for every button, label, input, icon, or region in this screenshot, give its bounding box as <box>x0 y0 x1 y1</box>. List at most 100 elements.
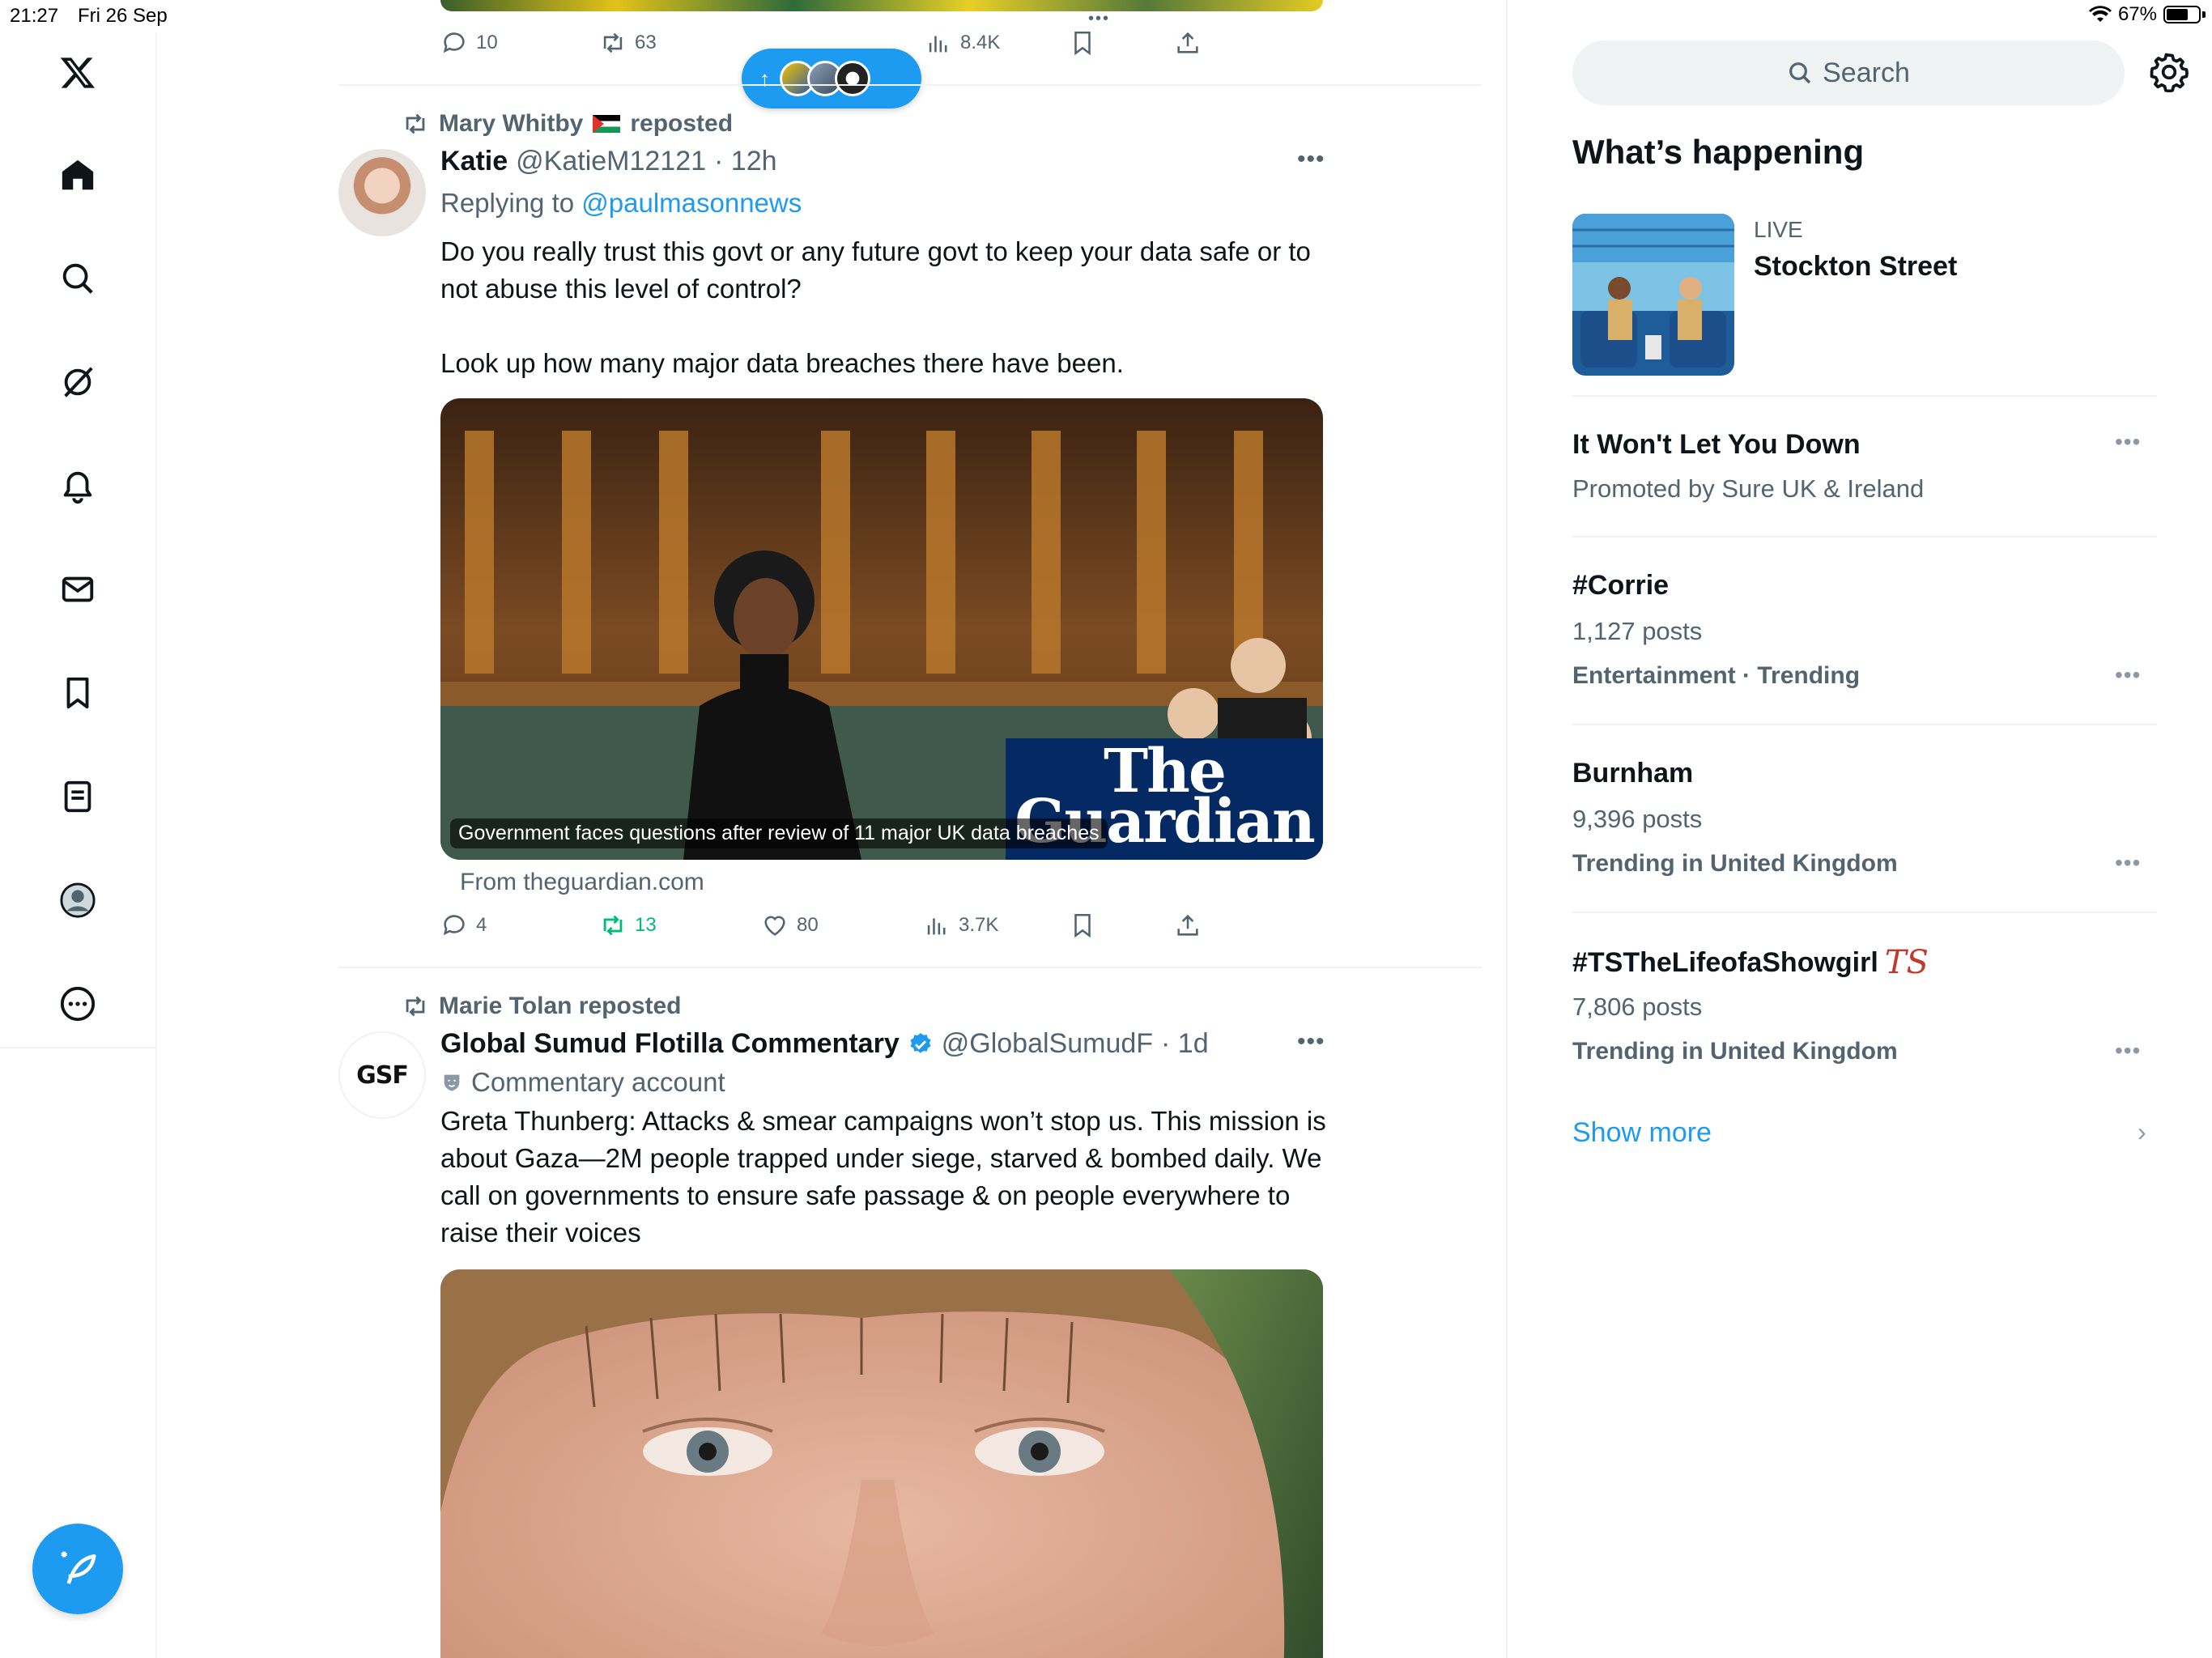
tweet-header: Global Sumud Flotilla Commentary @Global… <box>440 1028 1209 1060</box>
status-time: 21:27 <box>10 5 59 27</box>
compose-button[interactable] <box>32 1524 123 1614</box>
view-count: 3.7K <box>959 914 999 936</box>
search-placeholder: Search <box>1823 57 1910 88</box>
tweet-time[interactable]: · 1d <box>1161 1028 1209 1060</box>
bookmark-button[interactable] <box>1069 912 1096 939</box>
chevron-right-icon: › <box>2138 1117 2146 1146</box>
grok-icon[interactable] <box>53 358 102 406</box>
trend-hashtag[interactable]: #TSTheLifeofaShowgirl TS <box>1572 944 1929 981</box>
avatar <box>835 61 870 96</box>
live-event-title[interactable]: Stockton Street <box>1754 251 1957 283</box>
settings-gear-icon[interactable] <box>2149 52 2189 92</box>
nav-divider <box>0 1047 157 1048</box>
repost-context[interactable]: Mary Whitby reposted <box>402 110 733 138</box>
reply-count: 10 <box>476 32 498 53</box>
live-label: LIVE <box>1754 217 1803 242</box>
trend-category: Trending in United Kingdom <box>1572 1038 1898 1065</box>
profile-icon[interactable] <box>53 876 102 925</box>
x-logo-icon[interactable] <box>53 49 102 97</box>
repost-icon <box>603 32 623 53</box>
tweet-actions: 4 13 80 3.7K <box>440 912 1493 944</box>
repost-author: Mary Whitby <box>439 110 584 137</box>
reply-button[interactable]: 10 <box>440 29 498 57</box>
views-icon <box>927 918 946 935</box>
author-handle[interactable]: @GlobalSumudF <box>942 1028 1153 1060</box>
more-options-icon[interactable]: ••• <box>2115 429 2141 455</box>
home-icon[interactable] <box>53 151 102 199</box>
views-icon <box>929 36 947 53</box>
notifications-icon[interactable] <box>53 461 102 510</box>
repost-icon <box>406 996 425 1017</box>
more-options-icon[interactable]: ••• <box>1297 1028 1325 1056</box>
ts-hashflag-icon: TS <box>1884 944 1929 981</box>
trend-post-count: 7,806 posts <box>1572 993 1703 1021</box>
divider <box>1572 536 2157 538</box>
more-options-icon[interactable]: ••• <box>2115 850 2141 876</box>
more-options-icon[interactable]: ••• <box>1297 146 1325 173</box>
reply-button[interactable]: 4 <box>440 912 487 939</box>
views-button[interactable]: 3.7K <box>923 912 998 939</box>
views-button[interactable]: 8.4K <box>925 29 1000 57</box>
trend-promoted-by: Promoted by Sure UK & Ireland <box>1572 474 1925 503</box>
live-event-thumbnail[interactable] <box>1572 214 1734 376</box>
repost-context[interactable]: Marie Tolan reposted <box>402 993 682 1020</box>
replying-to: Replying to @paulmasonnews <box>440 188 802 219</box>
share-button[interactable] <box>1174 29 1202 57</box>
repost-button[interactable]: 13 <box>599 912 657 939</box>
bookmark-button[interactable] <box>1069 29 1096 57</box>
live-event-image <box>1572 214 1734 376</box>
tweet-divider <box>338 967 1482 968</box>
previous-tweet-actions: 10 63 8.4K <box>440 29 1493 62</box>
card-caption: Government faces questions after review … <box>450 818 1108 848</box>
replying-to-label: Replying to <box>440 188 582 218</box>
lists-icon[interactable] <box>53 772 102 821</box>
avatar[interactable]: GSF <box>338 1031 426 1119</box>
repost-count: 13 <box>635 914 657 936</box>
repost-button[interactable]: 63 <box>599 29 657 57</box>
show-more-link[interactable]: Show more <box>1572 1117 1712 1149</box>
author-name[interactable]: Katie <box>440 146 508 177</box>
divider <box>1572 395 2157 397</box>
repost-author: Marie Tolan reposted <box>439 993 682 1019</box>
repost-icon <box>603 915 623 936</box>
more-options-icon[interactable]: ••• <box>2115 1038 2141 1064</box>
card-source[interactable]: From theguardian.com <box>460 869 704 896</box>
trend-title[interactable]: It Won't Let You Down <box>1572 429 1861 461</box>
like-button[interactable]: 80 <box>761 912 819 939</box>
new-posts-pill[interactable]: ↑ <box>742 49 921 108</box>
commentary-text: Commentary account <box>471 1067 725 1097</box>
author-name[interactable]: Global Sumud Flotilla Commentary <box>440 1028 900 1060</box>
mask-icon <box>444 1074 460 1091</box>
tweet-video[interactable] <box>440 1269 1323 1658</box>
more-icon[interactable] <box>53 980 102 1028</box>
replying-to-link[interactable]: @paulmasonnews <box>581 188 802 218</box>
trend-post-count: 1,127 posts <box>1572 617 1703 645</box>
reply-icon <box>443 32 465 53</box>
search-input[interactable]: Search <box>1572 40 2125 105</box>
bookmark-icon <box>1074 31 1091 56</box>
bookmarks-icon[interactable] <box>53 669 102 717</box>
more-options-icon[interactable]: ••• <box>2115 662 2141 688</box>
trend-category: Entertainment · Trending <box>1572 662 1861 689</box>
tweet-time[interactable]: · 12h <box>714 146 777 177</box>
previous-tweet-image[interactable] <box>440 0 1323 11</box>
tweet-text: Do you really trust this govt or any fut… <box>440 236 1311 378</box>
avatar[interactable] <box>338 149 426 236</box>
trend-title[interactable]: Burnham <box>1572 758 1693 789</box>
explore-icon[interactable] <box>53 254 102 303</box>
whats-happening-title: What’s happening <box>1572 133 1865 171</box>
video-still <box>440 1269 1323 1658</box>
trend-title: #TSTheLifeofaShowgirl <box>1572 946 1878 978</box>
tweet-header: Katie @KatieM12121 · 12h <box>440 146 777 177</box>
link-card-image[interactable]: The Guardian Government faces questions … <box>440 398 1323 860</box>
status-date: Fri 26 Sep <box>78 5 168 27</box>
trend-category: Trending in United Kingdom <box>1572 850 1898 877</box>
trend-title[interactable]: #Corrie <box>1572 570 1669 602</box>
author-handle[interactable]: @KatieM12121 <box>516 146 706 177</box>
bookmark-icon <box>1074 913 1091 938</box>
messages-icon[interactable] <box>53 565 102 614</box>
commentary-label: Commentary account <box>440 1067 725 1098</box>
tweet-divider <box>338 84 1482 86</box>
share-button[interactable] <box>1174 912 1202 939</box>
verified-badge-icon <box>910 1032 931 1053</box>
